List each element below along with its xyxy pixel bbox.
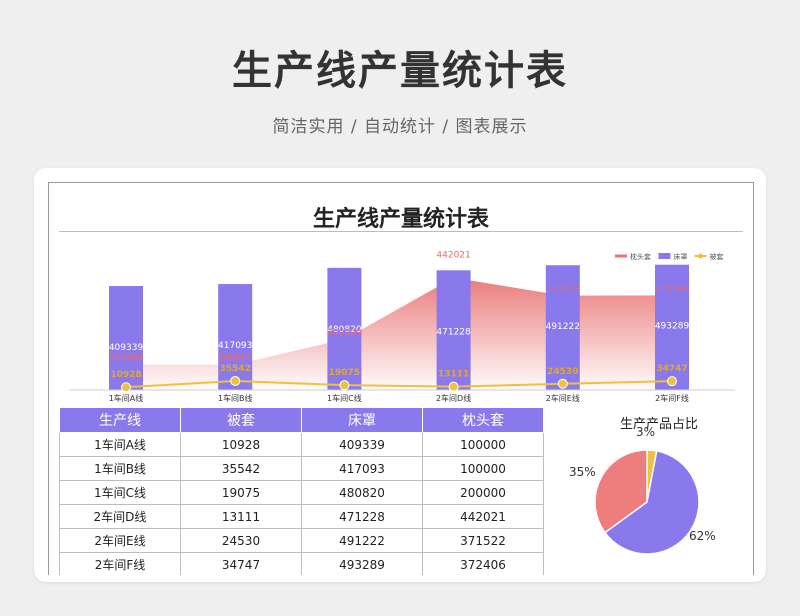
table-cell: 19075 [180, 480, 302, 505]
x-tick-label: 2车间D线 [436, 393, 471, 403]
data-table: 生产线 被套 床罩 枕头套 1车间A线 10928 409339 100000 1车间B线 35… [59, 407, 544, 575]
table-row: 1车间C线 19075 480820 200000 [59, 480, 544, 505]
table-cell: 200000 [422, 480, 544, 505]
table-cell: 13111 [180, 504, 302, 529]
pie-value-label: 35% [569, 465, 596, 479]
table-header-cell: 床罩 [301, 407, 423, 433]
table-cell: 10928 [180, 432, 302, 457]
table-cell: 100000 [422, 432, 544, 457]
table-header-cell: 被套 [180, 407, 302, 433]
bar-data-label: 471228 [436, 327, 471, 337]
table-cell: 2车间F线 [59, 552, 181, 575]
spreadsheet-preview: 生产线产量统计表 409339 417093 480820 471228 491222 4… [48, 182, 754, 575]
table-cell: 1车间C线 [59, 480, 181, 505]
table-cell: 417093 [301, 456, 423, 481]
table-row: 1车间A线 10928 409339 100000 [59, 432, 544, 457]
legend-label: 被套 [710, 252, 724, 261]
area-data-label: 372406 [655, 284, 690, 294]
table-cell: 2车间E线 [59, 528, 181, 553]
x-tick-label: 1车间B线 [218, 393, 253, 403]
legend-label: 枕头套 [630, 252, 651, 261]
table-row: 1车间B线 35542 417093 100000 [59, 456, 544, 481]
table-cell: 1车间A线 [59, 432, 181, 457]
series-area-pillowcase [126, 277, 672, 390]
table-cell: 471228 [301, 504, 423, 529]
line-data-label: 35542 [220, 364, 251, 374]
pie-slice [594, 449, 648, 534]
legend-label: 床罩 [674, 252, 688, 261]
line-point [557, 378, 568, 389]
area-data-label: 100000 [218, 354, 253, 364]
line-data-label: 13111 [438, 370, 469, 380]
line-point [121, 382, 131, 393]
table-cell: 35542 [180, 456, 302, 481]
line-data-label: 19075 [329, 368, 360, 378]
pie-slice [603, 450, 700, 555]
table-cell: 491222 [301, 528, 423, 553]
x-tick-label: 2车间F线 [655, 393, 689, 403]
table-header-cell: 枕头套 [422, 407, 544, 433]
table-row: 2车间D线 13111 471228 442021 [59, 504, 544, 529]
table-cell: 442021 [422, 504, 544, 529]
legend-swatch-dot [698, 253, 703, 259]
bar-bedspread [218, 284, 253, 390]
line-point [667, 376, 677, 387]
chart-legend: 枕头套 床罩 被套 [615, 252, 724, 261]
line-data-label: 10928 [110, 370, 141, 380]
table-cell: 34747 [180, 552, 302, 575]
line-data-label: 24530 [547, 367, 578, 377]
table-cell: 480820 [301, 480, 423, 505]
table-cell: 371522 [422, 528, 544, 553]
bar-data-label: 409339 [109, 343, 144, 353]
x-tick-label: 1车间C线 [327, 393, 362, 403]
page-subtitle: 简洁实用 / 自动统计 / 图表展示 [272, 117, 528, 137]
page-title: 生产线产量统计表 [232, 48, 568, 94]
bar-data-label: 491222 [546, 322, 580, 332]
area-data-label: 442021 [436, 251, 470, 261]
line-data-label: 34747 [656, 364, 687, 374]
table-row: 2车间F线 34747 493289 372406 [59, 552, 544, 575]
table-header-cell: 生产线 [59, 407, 181, 433]
table-cell: 409339 [301, 432, 423, 457]
legend-swatch [658, 253, 671, 259]
pie-value-label: 62% [689, 529, 716, 543]
area-data-label: 371522 [546, 285, 580, 295]
area-data-label: 200000 [327, 328, 362, 338]
table-cell: 2车间D线 [59, 504, 181, 529]
table-cell: 372406 [422, 552, 544, 575]
pie-title: 生产产品占比 [619, 417, 698, 432]
line-point [230, 375, 241, 386]
table-row: 2车间E线 24530 491222 371522 [59, 528, 544, 553]
table-cell: 100000 [422, 456, 544, 481]
table-cell: 1车间B线 [59, 456, 181, 481]
bar-data-label: 417093 [218, 341, 252, 351]
x-tick-label: 1车间A线 [109, 393, 144, 403]
line-point [339, 380, 350, 391]
table-cell: 24530 [180, 528, 302, 553]
line-point [448, 381, 459, 392]
table-cell: 493289 [301, 552, 423, 575]
combo-chart: 409339 417093480820 471228491222 4932891000… [69, 251, 735, 403]
bar-data-label: 493289 [655, 322, 690, 332]
x-tick-label: 2车间E线 [546, 393, 580, 403]
area-data-label: 100000 [109, 354, 144, 364]
pie-slice [646, 449, 658, 503]
